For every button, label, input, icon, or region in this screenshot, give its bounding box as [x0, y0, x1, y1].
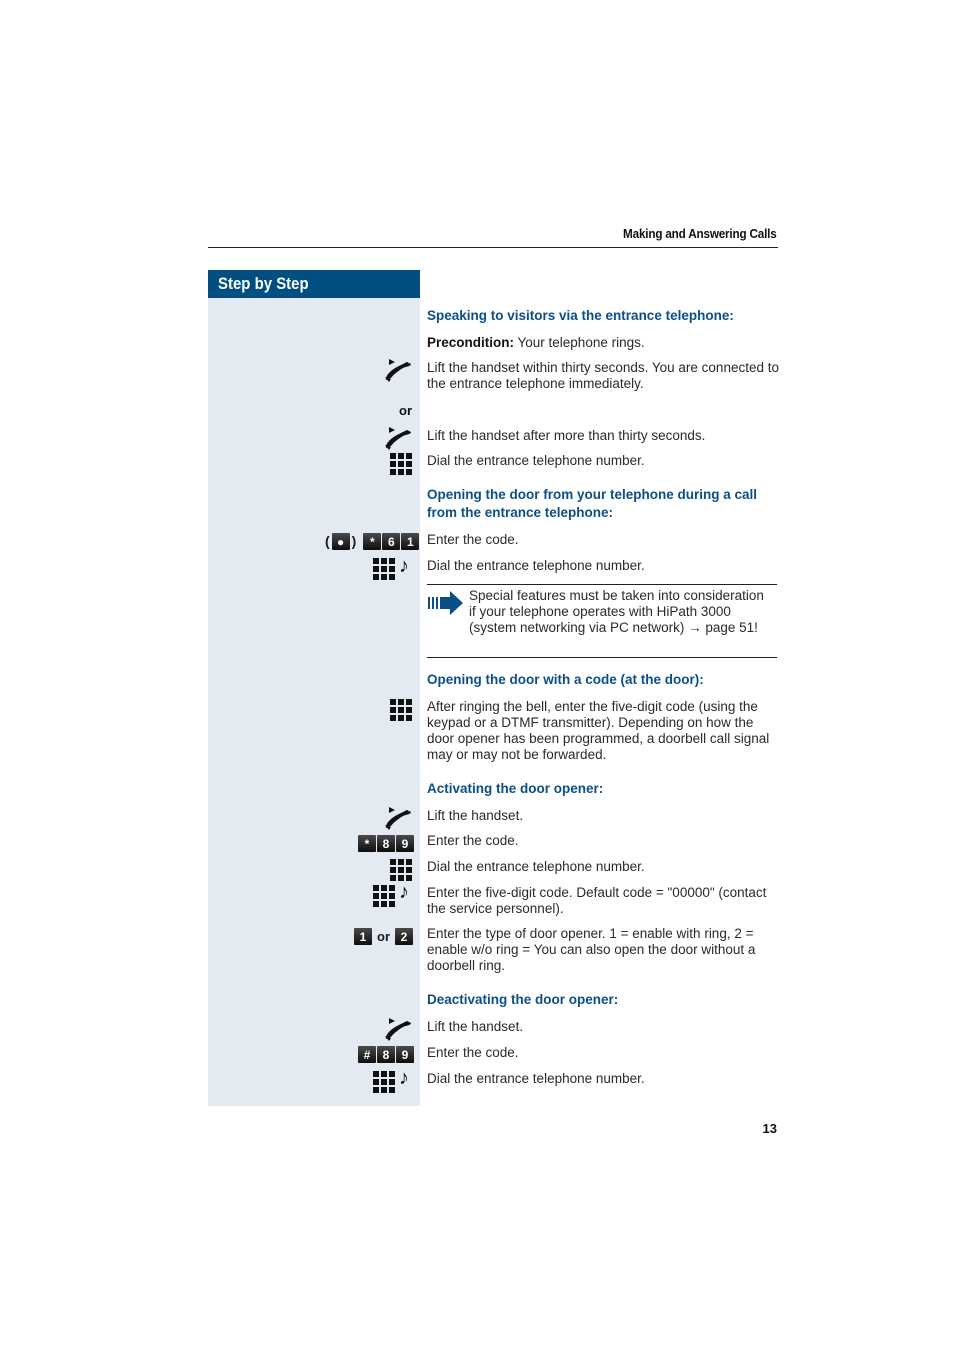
or-label: or: [399, 403, 412, 418]
step-text: Dial the entrance telephone number.: [427, 1071, 645, 1086]
note-box: Special features must be taken into cons…: [427, 584, 777, 658]
paren-close: ): [351, 533, 357, 549]
section-heading: Opening the door from your telephone dur…: [427, 487, 758, 520]
section-heading: Deactivating the door opener:: [427, 992, 619, 1007]
door-type-keys: 1 or 2: [354, 928, 413, 945]
key-star: *: [358, 835, 376, 852]
step-text: Lift the handset.: [427, 808, 524, 823]
step-text: Dial the entrance telephone number.: [427, 558, 645, 573]
key-1: 1: [401, 533, 420, 550]
step-text: Enter the code.: [427, 532, 519, 547]
keypad-icon: [373, 885, 395, 907]
handset-lift-icon: [385, 1018, 411, 1041]
step-text: Enter the code.: [427, 833, 519, 848]
section-heading: Speaking to visitors via the entrance te…: [427, 308, 734, 323]
key-9: 9: [396, 835, 414, 852]
or-label: or: [377, 929, 390, 944]
note-text: Special features must be taken into cons…: [469, 588, 764, 635]
key-8: 8: [377, 835, 395, 852]
step-text: Lift the handset.: [427, 1019, 524, 1034]
keypad-icon: [390, 859, 412, 881]
step-text: After ringing the bell, enter the five-d…: [427, 699, 770, 762]
header-divider: [208, 247, 778, 248]
running-header: Making and Answering Calls: [623, 226, 777, 241]
tone-icon: ♪: [399, 1067, 409, 1089]
code-keys: * 8 9: [358, 835, 414, 852]
keypad-icon: [373, 1071, 395, 1093]
step-sidebar: [208, 270, 420, 1106]
keypad-icon: [373, 558, 395, 580]
key-star: *: [363, 533, 382, 550]
key-button: ●: [331, 533, 350, 550]
paren-open: (: [325, 533, 330, 549]
sidebar-title: Step by Step: [218, 274, 309, 293]
tone-icon: ♪: [399, 555, 409, 577]
section-heading: Opening the door with a code (at the doo…: [427, 672, 704, 687]
tone-icon: ♪: [399, 881, 409, 903]
section-heading: Activating the door opener:: [427, 781, 604, 796]
sidebar-header: Step by Step: [208, 270, 420, 298]
precondition-text: Your telephone rings.: [514, 335, 645, 350]
handset-lift-icon: [385, 427, 411, 450]
step-text: Lift the handset after more than thirty …: [427, 428, 706, 443]
code-keys: # 8 9: [358, 1046, 414, 1063]
key-6: 6: [382, 533, 401, 550]
key-hash: #: [358, 1046, 376, 1063]
keypad-icon: [390, 453, 412, 475]
step-text: Dial the entrance telephone number.: [427, 453, 645, 468]
keypad-icon: [390, 699, 412, 721]
key-2: 2: [395, 928, 413, 945]
code-keys: ( ● ) * 6 1: [325, 533, 420, 550]
page-number: 13: [762, 1121, 777, 1136]
step-text: Dial the entrance telephone number.: [427, 859, 645, 874]
step-text: Enter the code.: [427, 1045, 519, 1060]
handset-lift-icon: [385, 807, 411, 830]
step-text: Enter the type of door opener. 1 = enabl…: [427, 926, 756, 973]
handset-lift-icon: [385, 359, 411, 382]
key-8: 8: [377, 1046, 395, 1063]
key-1: 1: [354, 928, 372, 945]
precondition-label: Precondition:: [427, 335, 514, 350]
step-text: Enter the five-digit code. Default code …: [427, 885, 767, 916]
precondition: Precondition: Your telephone rings.: [427, 335, 782, 351]
step-text: Lift the handset within thirty seconds. …: [427, 360, 779, 391]
key-9: 9: [396, 1046, 414, 1063]
arrow-note-icon: [428, 591, 463, 615]
